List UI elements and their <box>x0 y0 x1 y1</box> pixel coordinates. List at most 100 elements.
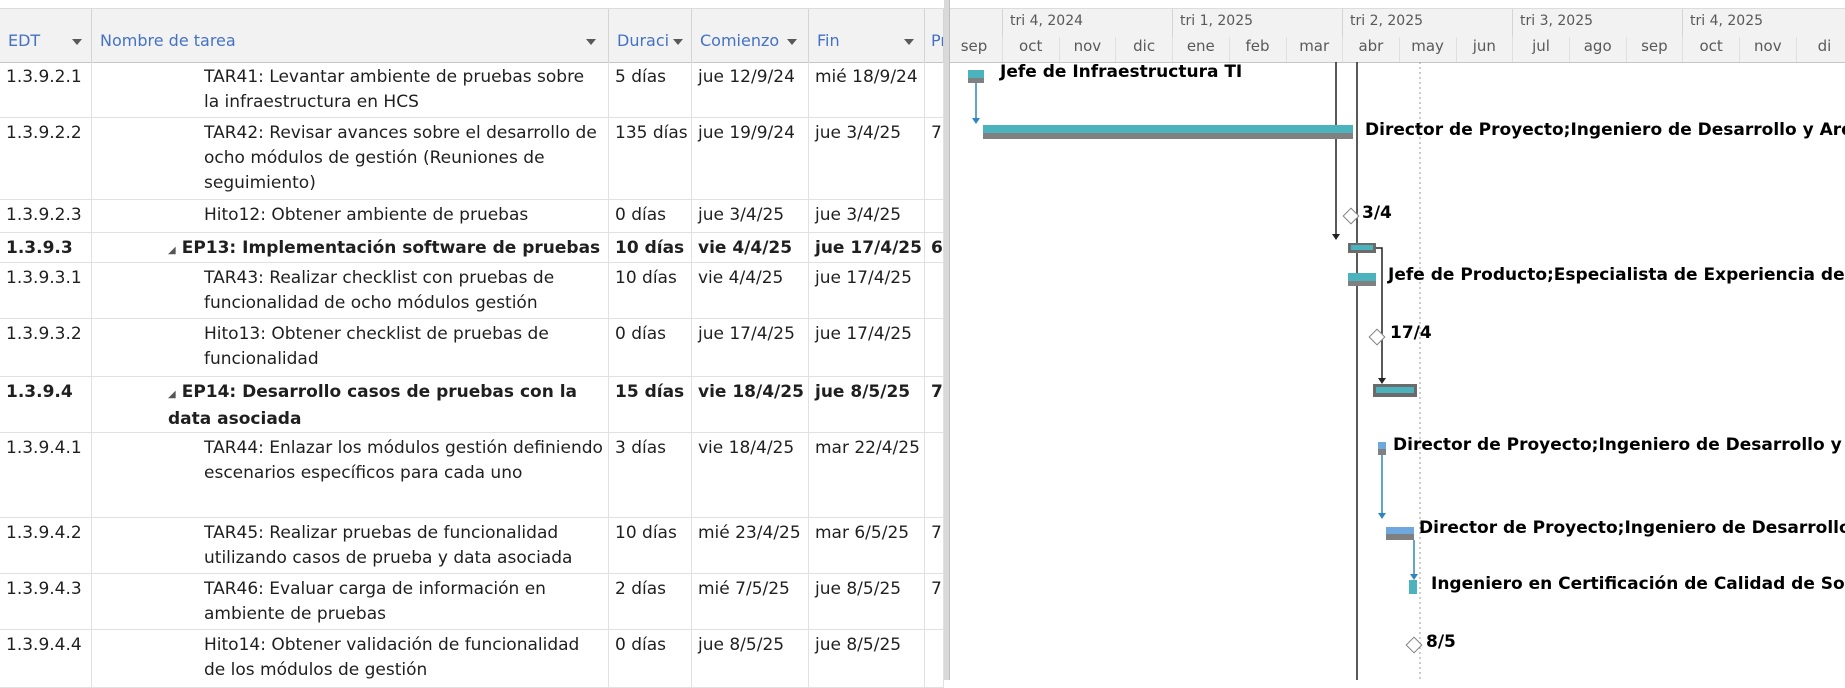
task-name-cell[interactable]: TAR46: Evaluar carga de información en a… <box>92 574 609 629</box>
start-cell[interactable]: jue 19/9/24 <box>692 118 809 199</box>
task-row[interactable]: 1.3.9.2.3 Hito12: Obtener ambiente de pru… <box>0 200 944 233</box>
start-cell[interactable]: vie 18/4/25 <box>692 433 809 517</box>
finish-cell[interactable]: jue 8/5/25 <box>809 574 925 629</box>
cell-text: TAR45: Realizar pruebas de funcionalidad… <box>204 523 572 568</box>
task-name-cell[interactable]: ◢EP13: Implementación software de prueba… <box>92 233 609 262</box>
duration-cell[interactable]: 135 días <box>609 118 692 199</box>
start-cell[interactable]: vie 4/4/25 <box>692 263 809 318</box>
cell-text: 1.3.9.2.3 <box>6 205 82 225</box>
edt-cell[interactable]: 1.3.9.3.2 <box>0 319 92 376</box>
duration-cell[interactable]: 10 días <box>609 263 692 318</box>
edt-cell[interactable]: 1.3.9.4.3 <box>0 574 92 629</box>
task-name-cell[interactable]: TAR42: Revisar avances sobre el desarrol… <box>92 118 609 199</box>
start-cell[interactable]: jue 8/5/25 <box>692 630 809 687</box>
finish-cell[interactable]: jue 17/4/25 <box>809 233 925 262</box>
edt-cell[interactable]: 1.3.9.2.1 <box>0 62 92 117</box>
predecessors-cell[interactable] <box>925 200 944 232</box>
predecessors-cell[interactable] <box>925 62 944 117</box>
column-header-start[interactable]: Comienzo <box>692 9 809 62</box>
finish-cell[interactable]: jue 17/4/25 <box>809 263 925 318</box>
resource-name-label: 17/4 <box>1390 323 1432 343</box>
task-row[interactable]: 1.3.9.4.4Hito14: Obtener validación de f… <box>0 630 944 688</box>
task-row[interactable]: 1.3.9.3.1TAR43: Realizar checklist con p… <box>0 263 944 319</box>
edt-cell[interactable]: 1.3.9.3 <box>0 233 92 262</box>
task-name-cell[interactable]: TAR44: Enlazar los módulos gestión defin… <box>92 433 609 517</box>
predecessors-cell[interactable]: 69 <box>925 233 944 262</box>
start-cell[interactable]: mié 7/5/25 <box>692 574 809 629</box>
finish-cell[interactable]: mar 22/4/25 <box>809 433 925 517</box>
finish-cell[interactable]: mar 6/5/25 <box>809 518 925 573</box>
column-header-duration[interactable]: Duraci <box>609 9 692 62</box>
duration-cell[interactable]: 3 días <box>609 433 692 517</box>
predecessors-cell[interactable]: 73 <box>925 377 944 432</box>
column-header-name[interactable]: Nombre de tarea <box>92 9 609 62</box>
predecessors-cell[interactable] <box>925 630 944 687</box>
task-name-cell[interactable]: TAR41: Levantar ambiente de pruebas sobr… <box>92 62 609 117</box>
dropdown-arrow-icon[interactable] <box>787 39 797 45</box>
predecessors-cell[interactable]: 70 <box>925 118 944 199</box>
duration-cell[interactable]: 0 días <box>609 200 692 232</box>
start-cell[interactable]: jue 3/4/25 <box>692 200 809 232</box>
cell-text: EP14: Desarrollo casos de pruebas con la… <box>168 382 577 429</box>
edt-cell[interactable]: 1.3.9.3.1 <box>0 263 92 318</box>
task-name-cell[interactable]: TAR45: Realizar pruebas de funcionalidad… <box>92 518 609 573</box>
task-row[interactable]: 1.3.9.4.3TAR46: Evaluar carga de informa… <box>0 574 944 630</box>
task-row[interactable]: 1.3.9.4.1TAR44: Enlazar los módulos gest… <box>0 433 944 518</box>
task-bar-tar42[interactable] <box>983 125 1353 133</box>
finish-cell[interactable]: jue 3/4/25 <box>809 118 925 199</box>
column-header-predecessors[interactable]: Prec <box>925 9 944 62</box>
column-header-finish[interactable]: Fin <box>809 9 925 62</box>
task-row[interactable]: 1.3.9.2.2TAR42: Revisar avances sobre el… <box>0 118 944 200</box>
task-bar-tar43[interactable] <box>1348 273 1376 281</box>
collapse-triangle-icon[interactable]: ◢ <box>168 245 176 256</box>
edt-cell[interactable]: 1.3.9.2.3 <box>0 200 92 232</box>
edt-cell[interactable]: 1.3.9.4.4 <box>0 630 92 687</box>
task-name-cell[interactable]: Hito13: Obtener checklist de pruebas de … <box>92 319 609 376</box>
finish-cell[interactable]: jue 17/4/25 <box>809 319 925 376</box>
start-cell[interactable]: mié 23/4/25 <box>692 518 809 573</box>
dropdown-arrow-icon[interactable] <box>904 39 914 45</box>
task-row[interactable]: 1.3.9.4.2 TAR45: Realizar pruebas de func… <box>0 518 944 574</box>
duration-cell[interactable]: 15 días <box>609 377 692 432</box>
summary-task-row[interactable]: 1.3.9.3◢EP13: Implementación software de… <box>0 233 944 263</box>
finish-cell[interactable]: mié 18/9/24 <box>809 62 925 117</box>
duration-cell[interactable]: 0 días <box>609 319 692 376</box>
edt-cell[interactable]: 1.3.9.4.1 <box>0 433 92 517</box>
duration-cell[interactable]: 2 días <box>609 574 692 629</box>
column-header-edt[interactable]: EDT <box>0 9 92 62</box>
start-cell[interactable]: vie 18/4/25 <box>692 377 809 432</box>
finish-cell[interactable]: jue 8/5/25 <box>809 377 925 432</box>
summary-task-row[interactable]: 1.3.9.4◢EP14: Desarrollo casos de prueba… <box>0 377 944 433</box>
edt-cell[interactable]: 1.3.9.4.2 <box>0 518 92 573</box>
dropdown-arrow-icon[interactable] <box>72 39 82 45</box>
task-name-cell[interactable]: Hito14: Obtener validación de funcionali… <box>92 630 609 687</box>
task-row[interactable]: 1.3.9.3.2Hito13: Obtener checklist de pr… <box>0 319 944 377</box>
finish-cell[interactable]: jue 3/4/25 <box>809 200 925 232</box>
task-bar-tar41[interactable] <box>968 70 984 78</box>
predecessors-cell[interactable]: 77 <box>925 518 944 573</box>
start-cell[interactable]: vie 4/4/25 <box>692 233 809 262</box>
predecessors-cell[interactable] <box>925 433 944 517</box>
predecessors-cell[interactable] <box>925 319 944 376</box>
task-bar-tar44[interactable] <box>1378 442 1386 449</box>
start-cell[interactable]: jue 17/4/25 <box>692 319 809 376</box>
dropdown-arrow-icon[interactable] <box>673 39 683 45</box>
task-bar-tar46[interactable] <box>1409 580 1417 594</box>
finish-cell[interactable]: jue 8/5/25 <box>809 630 925 687</box>
task-bar-tar45[interactable] <box>1386 527 1414 534</box>
edt-cell[interactable]: 1.3.9.4 <box>0 377 92 432</box>
task-name-cell[interactable]: TAR43: Realizar checklist con pruebas de… <box>92 263 609 318</box>
duration-cell[interactable]: 10 días <box>609 233 692 262</box>
duration-cell[interactable]: 0 días <box>609 630 692 687</box>
collapse-triangle-icon[interactable]: ◢ <box>168 389 176 400</box>
dropdown-arrow-icon[interactable] <box>586 39 596 45</box>
duration-cell[interactable]: 10 días <box>609 518 692 573</box>
task-name-cell[interactable]: ◢EP14: Desarrollo casos de pruebas con l… <box>92 377 609 432</box>
start-cell[interactable]: jue 12/9/24 <box>692 62 809 117</box>
predecessors-cell[interactable] <box>925 263 944 318</box>
task-row[interactable]: 1.3.9.2.1TAR41: Levantar ambiente de pru… <box>0 62 944 118</box>
predecessors-cell[interactable]: 78 <box>925 574 944 629</box>
task-name-cell[interactable]: Hito12: Obtener ambiente de pruebas <box>92 200 609 232</box>
edt-cell[interactable]: 1.3.9.2.2 <box>0 118 92 199</box>
duration-cell[interactable]: 5 días <box>609 62 692 117</box>
